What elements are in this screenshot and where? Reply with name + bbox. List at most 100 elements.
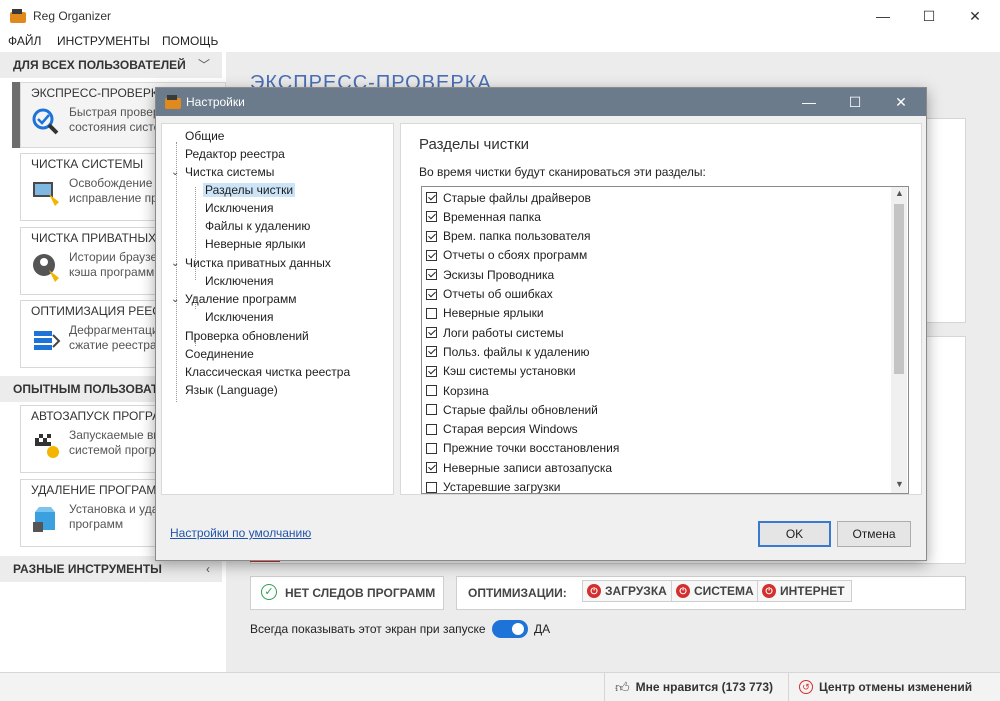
magnifier-check-icon <box>32 108 59 135</box>
ok-button[interactable]: OK <box>758 521 831 547</box>
opt-system-button[interactable]: ⏻ СИСТЕМА <box>671 580 761 602</box>
optimizations-label: ОПТИМИЗАЦИИ: <box>468 586 567 600</box>
sidebar-item-desc: Освобождение исправление пр <box>69 176 158 205</box>
minimize-button[interactable]: — <box>860 0 906 32</box>
opt-startup-button[interactable]: ⏻ ЗАГРУЗКА <box>582 580 674 602</box>
opt-internet-button[interactable]: ⏻ ИНТЕРНЕТ <box>757 580 852 602</box>
close-button[interactable]: ✕ <box>952 0 998 32</box>
list-item-label: Логи работы системы <box>443 325 564 340</box>
checkbox[interactable] <box>426 462 437 474</box>
checkbox[interactable] <box>426 404 437 416</box>
checkbox[interactable] <box>426 346 437 358</box>
startup-toggle[interactable] <box>492 620 528 638</box>
tree-item-private-exclusions[interactable]: Исключения <box>205 274 274 288</box>
divider <box>788 673 789 701</box>
checkbox[interactable] <box>426 192 437 203</box>
checkbox[interactable] <box>426 423 437 435</box>
tree-item-invalid-shortcuts[interactable]: Неверные ярлыки <box>205 237 306 251</box>
like-button[interactable]: 👍︎ Мне нравится (173 773) <box>615 673 773 701</box>
dialog-close-button[interactable]: ✕ <box>878 88 924 116</box>
chevron-down-icon[interactable]: ⌄ <box>171 167 179 178</box>
minimize-icon: — <box>802 94 816 110</box>
active-indicator <box>12 82 20 148</box>
list-item[interactable]: Старые файлы драйверов <box>426 188 591 207</box>
tree-item-system-cleaning[interactable]: Чистка системы <box>185 165 274 179</box>
sidebar-item-title: ЭКСПРЕСС-ПРОВЕРКА <box>31 86 166 100</box>
list-item[interactable]: Логи работы системы <box>426 323 564 342</box>
list-item[interactable]: Прежние точки восстановления <box>426 439 619 458</box>
list-item[interactable]: Корзина <box>426 381 489 400</box>
checkbox[interactable] <box>426 230 437 242</box>
tree-item-language[interactable]: Язык (Language) <box>185 383 278 397</box>
dialog-minimize-button[interactable]: — <box>786 88 832 116</box>
list-item[interactable]: Временная папка <box>426 207 541 226</box>
list-item-label: Корзина <box>443 383 489 398</box>
menu-help[interactable]: ПОМОЩЬ <box>162 34 218 48</box>
checkbox[interactable] <box>426 385 437 396</box>
list-item[interactable]: Неверные записи автозапуска <box>426 458 612 477</box>
cancel-button[interactable]: Отмена <box>837 521 911 547</box>
list-item-label: Отчеты об ошибках <box>443 287 553 301</box>
tree-item-uninstall[interactable]: Удаление программ <box>185 292 296 306</box>
checkbox[interactable] <box>426 288 437 300</box>
tree-item-general[interactable]: Общие <box>185 129 224 143</box>
maximize-button[interactable]: ☐ <box>906 0 952 32</box>
tree-item-connection[interactable]: Соединение <box>185 347 254 361</box>
list-item[interactable]: Врем. папка пользователя <box>426 227 590 246</box>
settings-tree: Общие Редактор реестра ⌄ Чистка системы … <box>161 123 394 495</box>
chevron-down-icon[interactable]: ⌄ <box>171 258 179 269</box>
list-item[interactable]: Кэш системы установки <box>426 362 576 381</box>
group-header-all-users[interactable]: ДЛЯ ВСЕХ ПОЛЬЗОВАТЕЛЕЙ ﹀ <box>0 52 222 78</box>
maximize-icon: ☐ <box>922 7 936 24</box>
list-item[interactable]: Неверные ярлыки <box>426 304 544 323</box>
tree-item-update-check[interactable]: Проверка обновлений <box>185 329 309 343</box>
no-traces-label: НЕТ СЛЕДОВ ПРОГРАММ <box>285 586 436 600</box>
list-item[interactable]: Отчеты об ошибках <box>426 285 553 304</box>
checkbox[interactable] <box>426 249 437 261</box>
menu-tools[interactable]: ИНСТРУМЕНТЫ <box>57 34 150 48</box>
scroll-up-icon[interactable]: ▲ <box>895 188 904 198</box>
tree-item-exclusions[interactable]: Исключения <box>205 201 274 215</box>
cleaning-sections-list: Старые файлы драйверов Временная папка Вре… <box>421 186 909 494</box>
list-item[interactable]: Старая версия Windows <box>426 420 578 439</box>
list-item[interactable]: Польз. файлы к удалению <box>426 342 590 361</box>
checkbox[interactable] <box>426 365 437 377</box>
list-item-label: Устаревшие загрузки <box>443 480 561 494</box>
no-traces-button[interactable]: ✓ НЕТ СЛЕДОВ ПРОГРАММ <box>250 576 444 610</box>
uninstall-box-icon <box>33 507 55 532</box>
tree-item-registry-editor[interactable]: Редактор реестра <box>185 147 285 161</box>
checkbox[interactable] <box>426 211 437 223</box>
list-item[interactable]: Эскизы Проводника <box>426 265 554 284</box>
sidebar-item-title: ЧИСТКА СИСТЕМЫ <box>31 157 144 171</box>
checkbox[interactable] <box>426 442 437 454</box>
thumbs-up-icon: 👍︎ <box>615 678 630 695</box>
scroll-thumb[interactable] <box>894 204 904 374</box>
checkbox[interactable] <box>426 307 437 319</box>
tree-item-cleaning-sections[interactable]: Разделы чистки <box>203 183 296 197</box>
tree-item-private-cleaning[interactable]: Чистка приватных данных <box>185 256 331 270</box>
chevron-down-icon[interactable]: ⌄ <box>171 294 179 305</box>
scrollbar[interactable]: ▲ ▼ <box>891 187 907 493</box>
menu-file[interactable]: ФАЙЛ <box>8 34 41 48</box>
checkbox[interactable] <box>426 327 437 339</box>
sidebar-item-title: АВТОЗАПУСК ПРОГРА <box>31 409 161 423</box>
settings-dialog: Настройки — ☐ ✕ Общие Редактор реестра ⌄… <box>155 87 927 561</box>
dialog-maximize-button[interactable]: ☐ <box>832 88 878 116</box>
checkbox[interactable] <box>426 269 437 281</box>
tree-item-files-to-delete[interactable]: Файлы к удалению <box>205 219 310 233</box>
checkbox[interactable] <box>426 481 437 493</box>
app-logo-icon <box>165 95 181 109</box>
window-title: Reg Organizer <box>33 9 112 23</box>
undo-icon: ↺ <box>799 680 813 694</box>
list-item[interactable]: Отчеты о сбоях программ <box>426 246 587 265</box>
app-logo-icon <box>10 9 26 23</box>
tree-item-uninstall-exclusions[interactable]: Исключения <box>205 310 274 324</box>
group-header-label: ОПЫТНЫМ ПОЛЬЗОВАТ <box>13 382 159 396</box>
tree-item-classic-registry-cleaning[interactable]: Классическая чистка реестра <box>185 365 350 379</box>
scroll-down-icon[interactable]: ▼ <box>895 479 904 489</box>
list-item[interactable]: Устаревшие загрузки <box>426 478 561 494</box>
defaults-link[interactable]: Настройки по умолчанию <box>170 526 311 540</box>
list-item[interactable]: Старые файлы обновлений <box>426 400 598 419</box>
undo-center-button[interactable]: ↺ Центр отмены изменений <box>799 673 972 701</box>
undo-center-label: Центр отмены изменений <box>819 680 973 694</box>
